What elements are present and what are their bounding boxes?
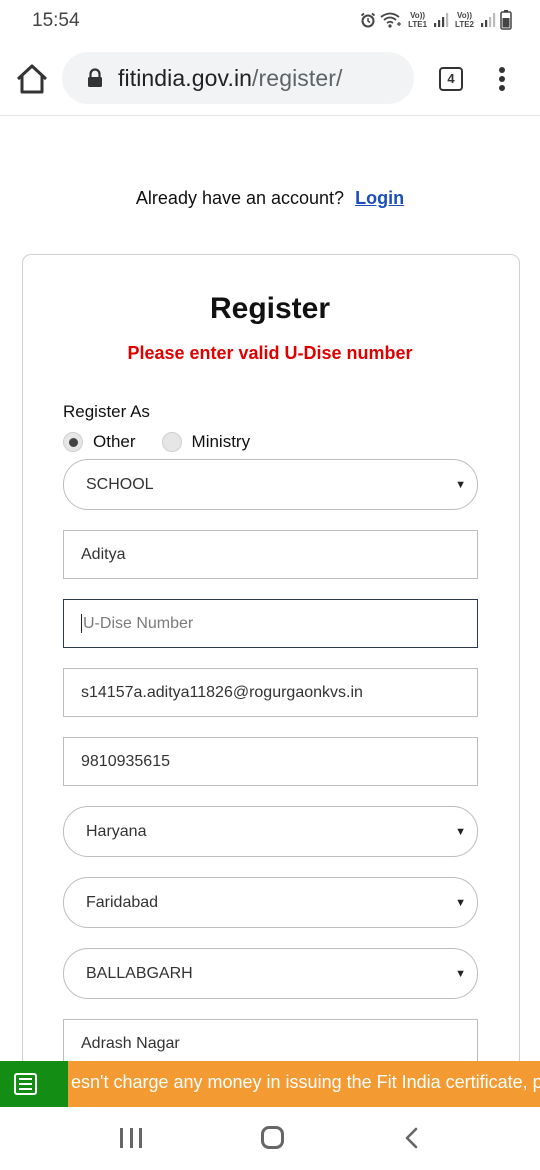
name-value: Aditya [81, 545, 126, 563]
tab-switcher-button[interactable]: 4 [439, 67, 463, 91]
lock-icon [88, 68, 102, 87]
phone-input[interactable]: 9810935615 [63, 737, 478, 786]
system-nav-bar [0, 1107, 540, 1170]
more-menu-icon[interactable] [495, 67, 509, 93]
text-cursor [81, 614, 82, 633]
sim2-indicator: Vo)) LTE2 [455, 11, 474, 29]
radio-ministry-label[interactable]: Ministry [192, 432, 251, 452]
status-bar: 15:54 Vo)) LTE1 Vo)) LTE2 [0, 0, 540, 42]
page-title: Register [209, 292, 331, 325]
url-path: /register/ [252, 65, 343, 91]
udise-input[interactable]: U-Dise Number [63, 599, 478, 648]
browser-toolbar: fitindia.gov.in/register/ 4 [0, 42, 540, 116]
chevron-down-icon: ▼ [455, 896, 466, 909]
category-select[interactable]: SCHOOL ▼ [63, 459, 478, 510]
notice-banner[interactable]: esn't charge any money in issuing the Fi… [0, 1061, 540, 1107]
radio-other-label[interactable]: Other [93, 432, 136, 452]
block-select[interactable]: BALLABGARH ▼ [63, 948, 478, 999]
signal-icon [434, 13, 449, 27]
district-value: Faridabad [86, 893, 159, 911]
wifi-icon [380, 12, 402, 28]
url-text: fitindia.gov.in/register/ [118, 65, 343, 92]
status-time: 15:54 [32, 10, 80, 31]
url-host: fitindia.gov.in [118, 65, 253, 91]
state-select[interactable]: Haryana ▼ [63, 806, 478, 857]
state-value: Haryana [86, 822, 147, 840]
district-select[interactable]: Faridabad ▼ [63, 877, 478, 928]
login-prompt: Already have an account? Login [0, 188, 540, 209]
alarm-icon [361, 12, 376, 28]
signal-icon [481, 13, 496, 27]
screen: 15:54 Vo)) LTE1 Vo)) LTE2 fitindia.gov.i… [0, 0, 540, 1170]
category-value: SCHOOL [86, 475, 154, 493]
home-nav-icon[interactable] [261, 1126, 284, 1149]
address-value: Adrash Nagar [81, 1034, 180, 1052]
recent-apps-icon[interactable] [120, 1128, 142, 1148]
address-bar[interactable]: fitindia.gov.in/register/ [62, 52, 414, 104]
email-value: s14157a.aditya11826@rogurgaonkvs.in [81, 683, 363, 701]
battery-icon [500, 10, 512, 30]
login-link[interactable]: Login [355, 188, 404, 208]
chevron-down-icon: ▼ [455, 967, 466, 980]
error-message: Please enter valid U-Dise number [127, 343, 413, 363]
phone-value: 9810935615 [81, 752, 170, 770]
radio-ministry[interactable] [161, 432, 182, 452]
name-input[interactable]: Aditya [63, 530, 478, 579]
block-value: BALLABGARH [86, 964, 193, 982]
radio-other[interactable] [63, 432, 83, 452]
sim1-indicator: Vo)) LTE1 [408, 11, 428, 29]
chevron-down-icon: ▼ [455, 478, 466, 491]
account-question: Already have an account? [135, 188, 345, 208]
register-as-radio-group: Other Ministry [63, 430, 276, 454]
chevron-down-icon: ▼ [455, 825, 466, 838]
document-icon [14, 1073, 37, 1095]
status-icons: Vo)) LTE1 Vo)) LTE2 [360, 9, 512, 31]
register-as-label: Register As [63, 402, 150, 421]
back-icon[interactable] [402, 1127, 422, 1149]
udise-placeholder: U-Dise Number [83, 614, 194, 632]
home-icon[interactable] [15, 63, 49, 95]
banner-icon-box [0, 1061, 68, 1107]
email-input[interactable]: s14157a.aditya11826@rogurgaonkvs.in [63, 668, 478, 717]
banner-text: esn't charge any money in issuing the Fi… [71, 1072, 540, 1092]
